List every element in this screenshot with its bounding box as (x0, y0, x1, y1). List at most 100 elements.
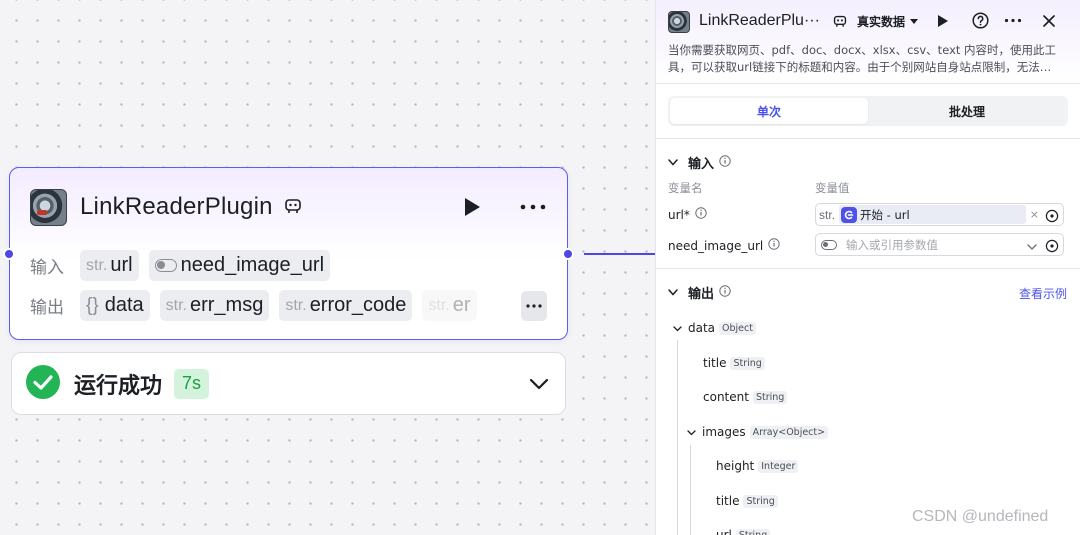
type-str: str. (285, 296, 307, 314)
plugin-badge-icon (283, 197, 303, 217)
input-section-title: 输入 (688, 157, 715, 172)
variable-picker-icon[interactable] (1045, 238, 1059, 252)
output-chip-truncated: str. er (422, 290, 477, 321)
field-placeholder: 输入或引用参数值 (846, 237, 938, 252)
plugin-badge-icon (833, 14, 847, 33)
close-icon[interactable] (1042, 13, 1056, 32)
tree-item-name: url (716, 528, 732, 535)
type-badge: String (743, 494, 778, 508)
type-str: str. (165, 296, 187, 314)
output-port[interactable] (562, 248, 574, 260)
tree-item-url: url String (716, 528, 771, 535)
field-label-url: url* (668, 207, 707, 222)
type-badge: Array<Object> (749, 425, 829, 439)
chip-name: er (452, 294, 471, 316)
type-badge: String (735, 528, 771, 535)
panel-header: LinkReaderPlu··· 真实数据 当你需要获取网页、pdf、doc、d… (656, 0, 1080, 84)
tab-single[interactable]: 单次 (670, 98, 868, 124)
chip-name: url (110, 254, 133, 276)
field-label-text: need_image_url (668, 238, 764, 253)
view-example-link[interactable]: 查看示例 (1019, 285, 1067, 302)
tree-item-name: content (703, 390, 749, 404)
info-icon[interactable] (695, 207, 707, 222)
tree-item-images[interactable]: images Array<Object> (687, 425, 829, 439)
data-mode-select[interactable]: 真实数据 (857, 13, 919, 30)
tree-item-name: height (716, 459, 755, 473)
more-outputs-button[interactable] (521, 290, 547, 321)
reference-text: 开始 - url (860, 207, 910, 222)
output-section-title: 输出 (688, 287, 715, 302)
run-time-badge: 7s (174, 368, 210, 399)
boolean-icon (154, 259, 177, 272)
more-options-icon[interactable] (519, 196, 547, 218)
output-label: 输出 (30, 298, 64, 318)
tab-batch[interactable]: 批处理 (868, 98, 1066, 124)
help-icon[interactable] (972, 12, 989, 33)
plugin-description: 当你需要获取网页、pdf、doc、docx、xlsx、csv、text 内容时，… (668, 43, 1057, 74)
field-label-text: url* (668, 207, 690, 222)
watermark: CSDN @undefined (912, 508, 1049, 525)
field-label-need-image-url: need_image_url (668, 238, 780, 253)
caret-down-icon (910, 19, 919, 24)
chevron-down-icon (668, 155, 678, 170)
success-check-icon (26, 364, 60, 403)
output-chip-error-code: str. error_code (279, 290, 413, 321)
chevron-down-icon[interactable] (529, 375, 549, 394)
tree-item-height: height Integer (716, 459, 799, 473)
object-type-icon: {} (86, 294, 99, 316)
output-section-header[interactable]: 输出 (668, 283, 731, 302)
play-icon[interactable] (937, 13, 949, 32)
divider (656, 138, 1080, 139)
tree-item-title: title String (703, 356, 765, 370)
plugin-logo (668, 11, 690, 33)
chevron-down-icon (687, 425, 696, 439)
input-section-header[interactable]: 输入 (668, 153, 731, 172)
type-badge: String (752, 390, 788, 404)
chevron-down-icon[interactable] (1027, 235, 1037, 254)
url-value-field[interactable]: str. 开始 - url × (815, 203, 1064, 226)
type-str: str. (86, 256, 108, 274)
play-icon[interactable] (461, 196, 483, 218)
input-chip-need-image-url: need_image_url (148, 250, 331, 281)
node-title: LinkReaderPlugin (80, 193, 273, 220)
chip-name: need_image_url (180, 254, 325, 276)
tree-item-data[interactable]: data Object (673, 321, 756, 335)
chip-name: data (104, 294, 144, 316)
need-image-url-value-field[interactable]: 输入或引用参数值 (815, 233, 1064, 256)
more-options-icon[interactable] (1004, 12, 1022, 33)
plugin-node[interactable]: LinkReaderPlugin 输入 str. url need_image_… (3, 167, 574, 340)
run-mode-tabs: 单次 批处理 (668, 96, 1068, 126)
type-badge: Integer (758, 459, 799, 473)
edge-connector (584, 253, 656, 255)
chip-name: err_msg (189, 294, 264, 316)
tree-item-content: content String (703, 390, 788, 404)
divider (656, 268, 1080, 269)
tree-item-name: images (702, 425, 746, 439)
chevron-down-icon (668, 285, 678, 300)
start-node-icon (841, 206, 858, 223)
variable-reference-tag[interactable]: 开始 - url (839, 205, 1026, 224)
clear-icon[interactable]: × (1030, 208, 1039, 221)
data-mode-label: 真实数据 (857, 15, 906, 29)
type-str: str. (428, 296, 450, 314)
type-badge: String (730, 356, 765, 370)
input-label: 输入 (30, 258, 64, 278)
chevron-down-icon (673, 321, 682, 335)
info-icon[interactable] (719, 154, 731, 171)
node-input-row: 输入 str. url need_image_url (30, 250, 547, 281)
tree-item-name: title (716, 494, 740, 508)
node-output-row: 输出 {} data str. err_msg str. error_code … (30, 290, 547, 321)
plugin-logo (30, 188, 67, 226)
output-chip-err-msg: str. err_msg (159, 290, 270, 321)
info-icon[interactable] (768, 238, 780, 253)
variable-picker-icon[interactable] (1045, 208, 1059, 222)
tree-item-name: title (703, 356, 727, 370)
run-status-bar[interactable]: 运行成功 7s (11, 352, 566, 415)
column-header-value: 变量值 (815, 181, 850, 195)
info-icon[interactable] (719, 284, 731, 301)
tree-guide-line (690, 445, 691, 535)
status-text: 运行成功 (74, 373, 163, 399)
input-port[interactable] (3, 248, 15, 260)
panel-title: LinkReaderPlu··· (699, 12, 820, 29)
node-header: LinkReaderPlugin (30, 188, 547, 226)
